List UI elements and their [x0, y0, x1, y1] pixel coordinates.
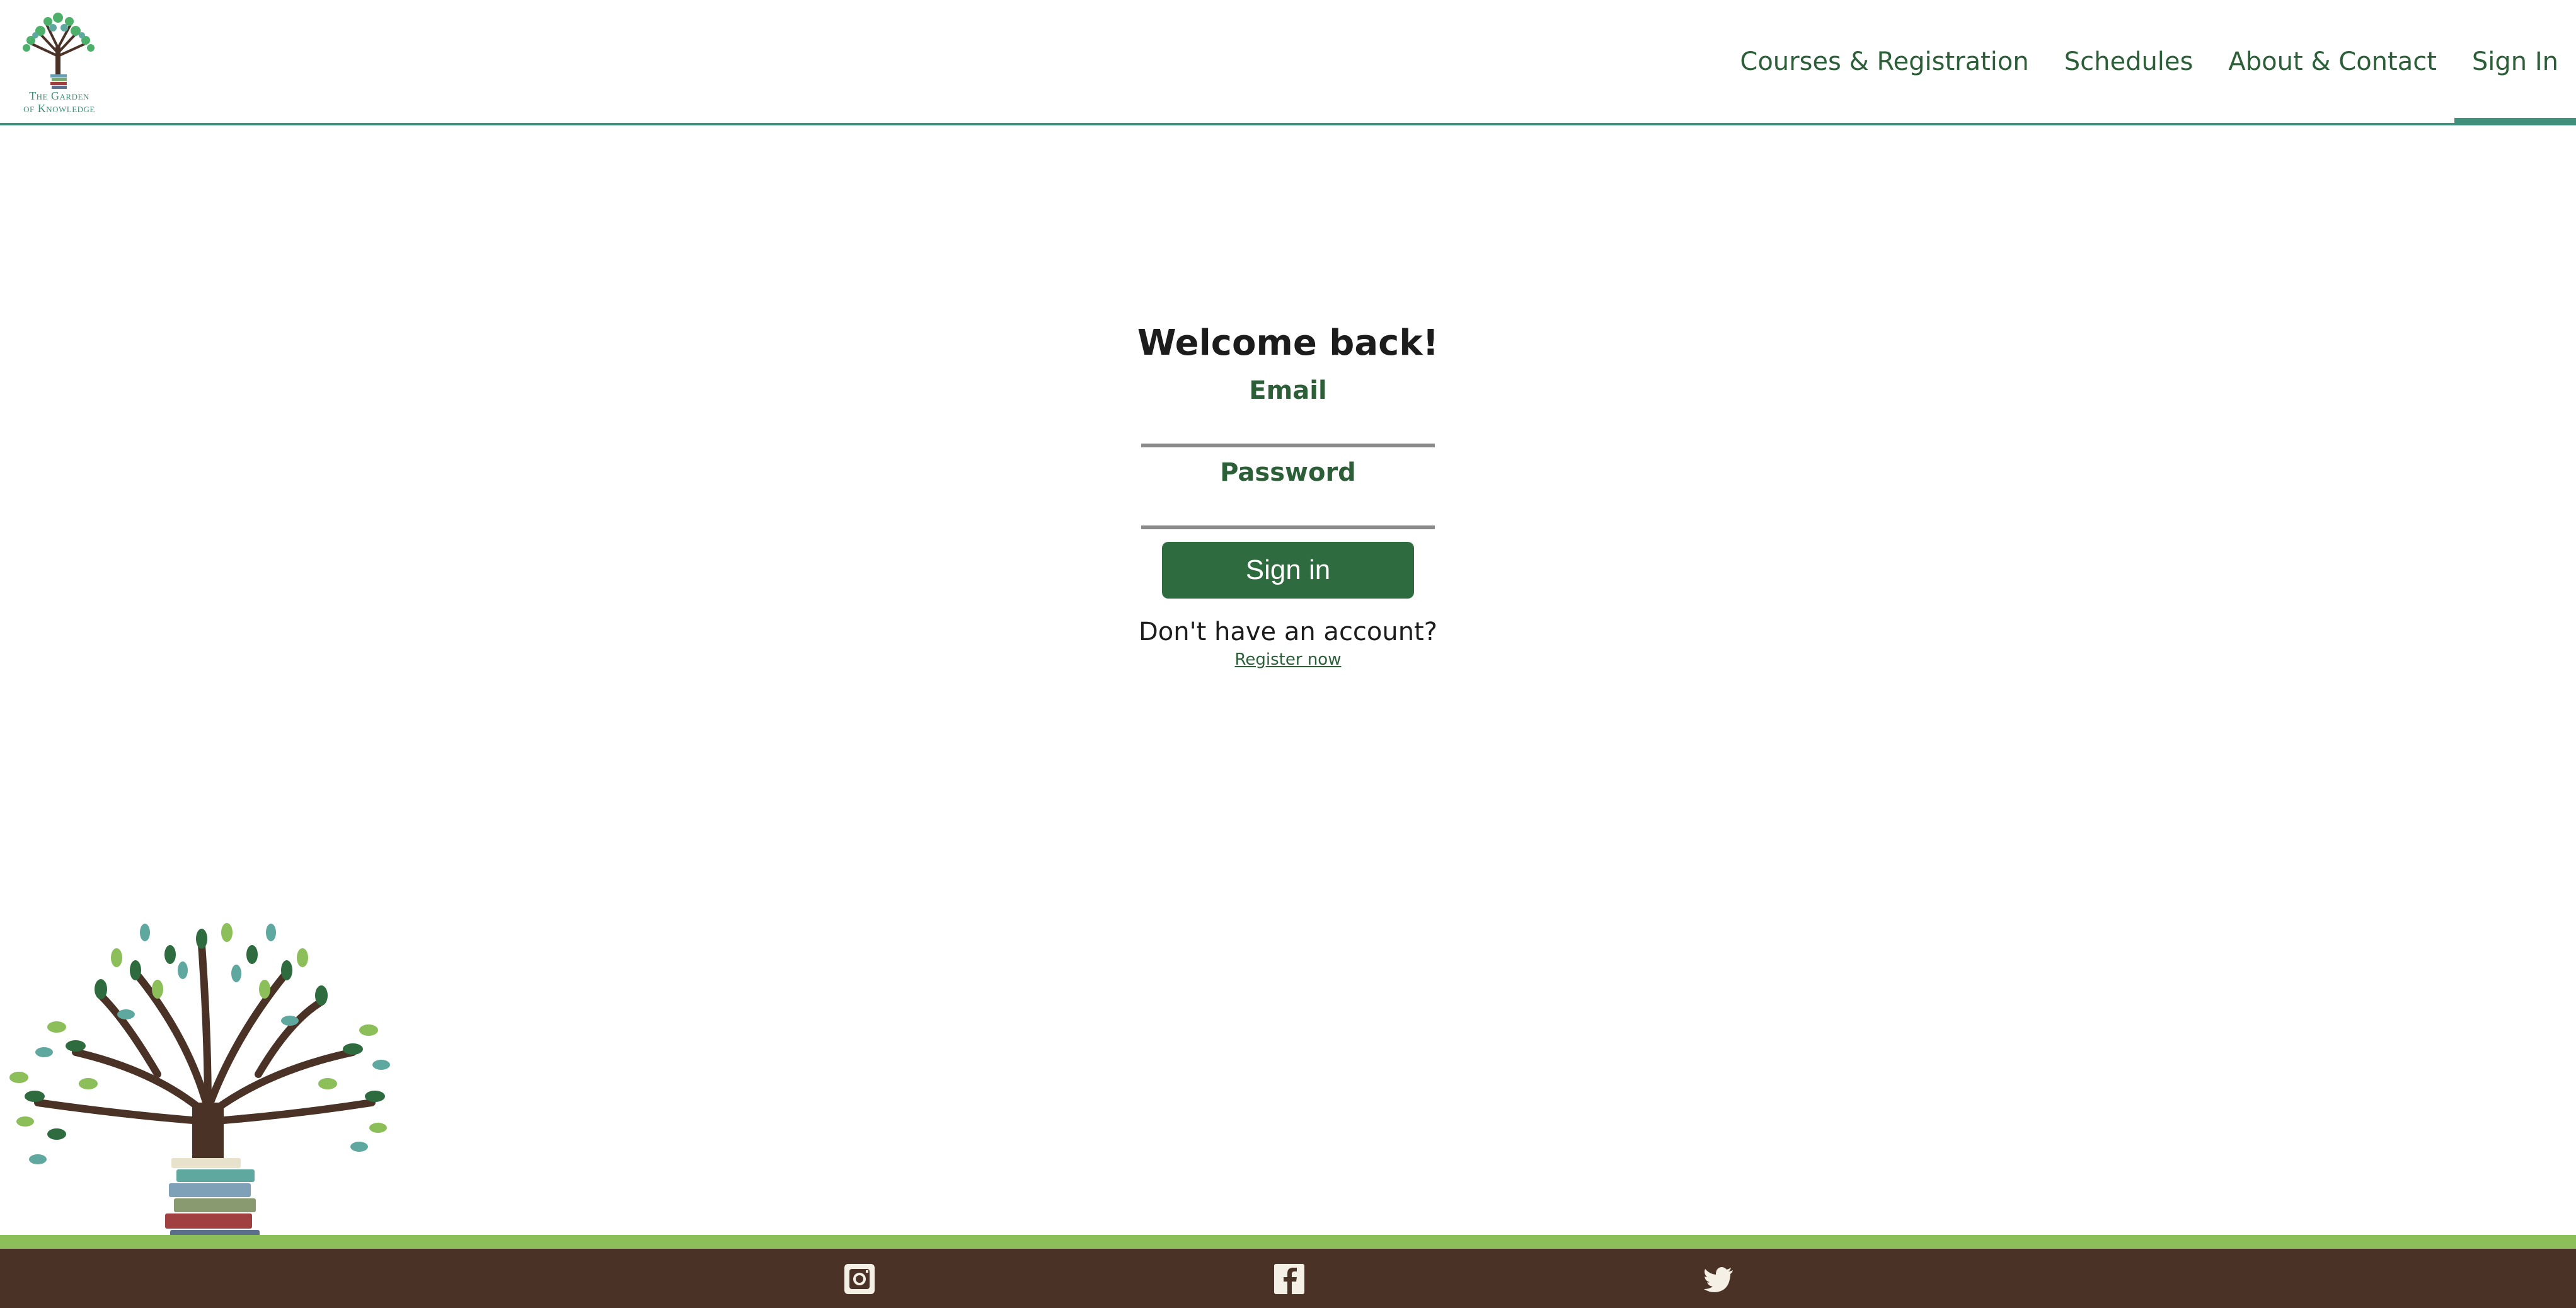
footer-accent-strip	[0, 1235, 2576, 1249]
sign-in-button[interactable]: Sign in	[1162, 542, 1414, 599]
logo-text: The Garden of Knowledge	[9, 89, 110, 115]
site-footer	[0, 1249, 2576, 1308]
nav-sign-in[interactable]: Sign In	[2454, 0, 2576, 123]
page-title: Welcome back!	[1137, 323, 1439, 364]
site-logo[interactable]: The Garden of Knowledge	[9, 9, 110, 116]
no-account-text: Don't have an account?	[1138, 617, 1438, 646]
logo-line-2: of Knowledge	[23, 102, 95, 115]
sign-in-form: Welcome back! Email Password Sign in Don…	[1130, 315, 1446, 669]
logo-line-1: The Garden	[29, 89, 89, 102]
password-field[interactable]	[1141, 491, 1435, 529]
nav-schedules[interactable]: Schedules	[2047, 0, 2211, 123]
nav-courses-registration[interactable]: Courses & Registration	[1722, 0, 2046, 123]
tree-books-illustration	[9, 923, 390, 1246]
register-now-link[interactable]: Register now	[1235, 650, 1342, 669]
instagram-icon[interactable]	[843, 1263, 876, 1295]
email-field[interactable]	[1141, 410, 1435, 447]
facebook-icon[interactable]	[1273, 1263, 1306, 1295]
nav-about-contact[interactable]: About & Contact	[2211, 0, 2454, 123]
twitter-icon[interactable]	[1703, 1263, 1735, 1295]
site-header: The Garden of Knowledge Courses & Regist…	[0, 0, 2576, 125]
main-nav: Courses & Registration Schedules About &…	[1722, 0, 2576, 123]
email-label: Email	[1249, 376, 1327, 405]
logo-tree-icon	[23, 13, 95, 89]
password-label: Password	[1220, 458, 1356, 487]
